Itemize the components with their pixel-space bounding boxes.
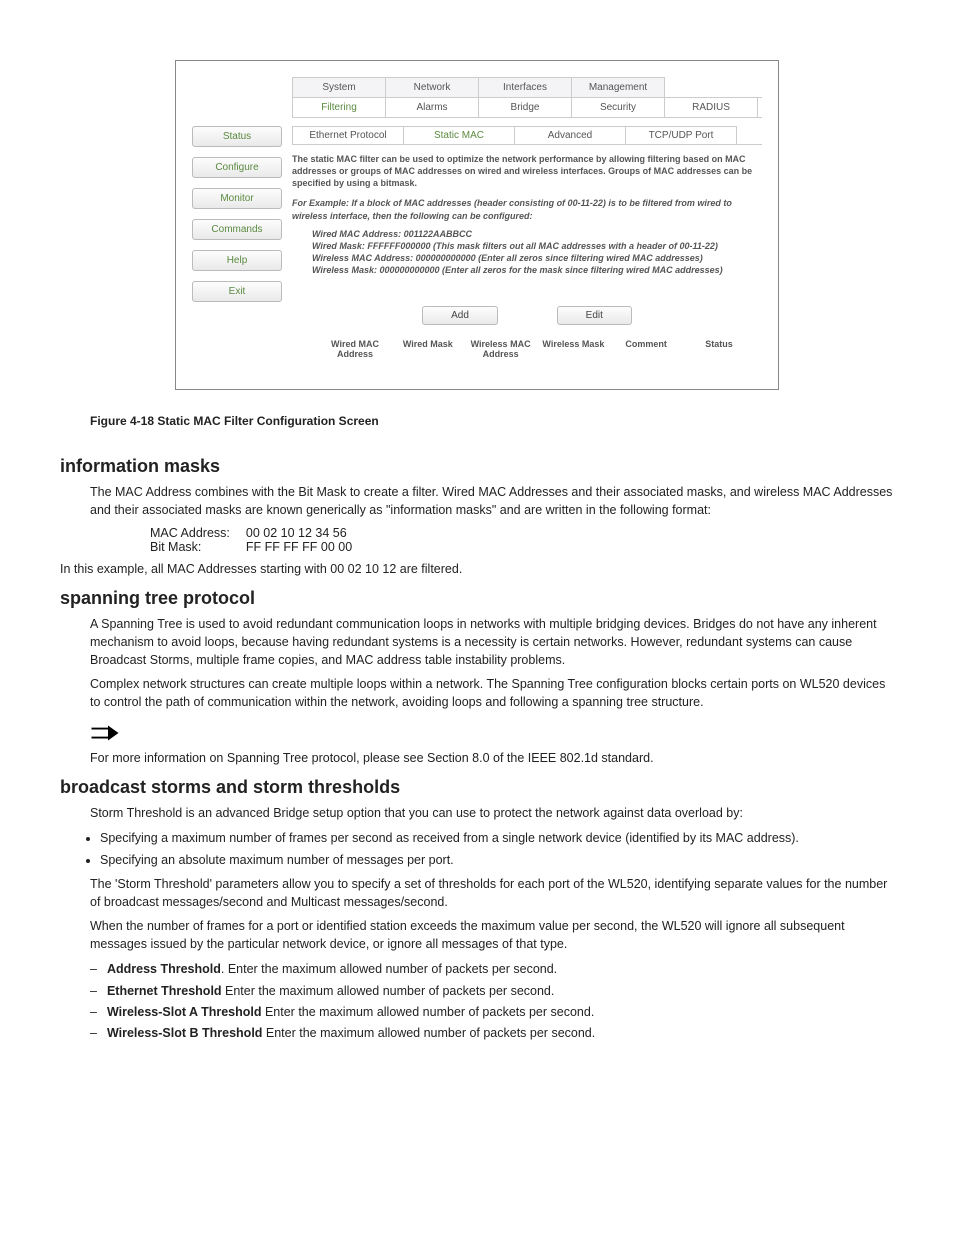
storms-bullet-1: Specifying a maximum number of frames pe… <box>100 829 894 847</box>
storms-para1: Storm Threshold is an advanced Bridge se… <box>90 804 894 822</box>
rest-wireless-a-threshold: Enter the maximum allowed number of pack… <box>262 1005 595 1019</box>
rest-ethernet-threshold: Enter the maximum allowed number of pack… <box>222 984 555 998</box>
note-block <box>90 723 894 743</box>
sub-tab-security[interactable]: Security <box>571 98 665 117</box>
edit-button[interactable]: Edit <box>557 306 632 325</box>
storms-para2: The 'Storm Threshold' parameters allow y… <box>90 875 894 911</box>
top-tab-row: System Network Interfaces Management <box>292 77 762 98</box>
sub-tab-radius[interactable]: RADIUS <box>664 98 758 117</box>
config-screenshot: System Network Interfaces Management Fil… <box>175 60 779 390</box>
side-nav-monitor[interactable]: Monitor <box>192 188 282 209</box>
top-tab-network[interactable]: Network <box>385 77 479 97</box>
heading-information-masks: information masks <box>60 456 894 477</box>
side-nav-commands[interactable]: Commands <box>192 219 282 240</box>
subsub-tab-tcpudp[interactable]: TCP/UDP Port <box>625 126 737 144</box>
subsub-tab-advanced[interactable]: Advanced <box>514 126 626 144</box>
column-headers: Wired MAC Address Wired Mask Wireless MA… <box>292 339 762 359</box>
rest-wireless-b-threshold: Enter the maximum allowed number of pack… <box>262 1026 595 1040</box>
col-comment: Comment <box>613 339 679 359</box>
top-tab-system[interactable]: System <box>292 77 386 97</box>
term-address-threshold: Address Threshold <box>107 962 221 976</box>
desc-line-2: Wired Mask: FFFFFF000000 (This mask filt… <box>312 240 762 252</box>
info-masks-para2: In this example, all MAC Addresses start… <box>60 560 894 578</box>
side-nav-status[interactable]: Status <box>192 126 282 147</box>
note-arrow-icon <box>90 723 120 743</box>
main-panel: Ethernet Protocol Static MAC Advanced TC… <box>292 126 762 359</box>
col-wired-mask: Wired Mask <box>395 339 461 359</box>
side-nav: Status Configure Monitor Commands Help E… <box>192 126 282 359</box>
threshold-list: Address Threshold. Enter the maximum all… <box>90 959 894 1044</box>
description-block: The static MAC filter can be used to opt… <box>292 153 762 276</box>
figure-caption: Figure 4-18 Static MAC Filter Configurat… <box>90 414 894 428</box>
bit-mask-value: FF FF FF FF 00 00 <box>246 540 368 554</box>
sub-tab-row: Filtering Alarms Bridge Security RADIUS <box>292 98 762 118</box>
bit-mask-label: Bit Mask: <box>150 540 246 554</box>
storms-para3: When the number of frames for a port or … <box>90 917 894 953</box>
threshold-ethernet: Ethernet Threshold Enter the maximum all… <box>90 981 894 1002</box>
side-nav-help[interactable]: Help <box>192 250 282 271</box>
storms-bullet-2: Specifying an absolute maximum number of… <box>100 851 894 869</box>
rest-address-threshold: . Enter the maximum allowed number of pa… <box>221 962 557 976</box>
info-mask-format-table: MAC Address: 00 02 10 12 34 56 Bit Mask:… <box>150 526 368 554</box>
desc-example-lead: For Example: If a block of MAC addresses… <box>292 197 762 221</box>
top-tab-management[interactable]: Management <box>571 77 665 97</box>
term-ethernet-threshold: Ethernet Threshold <box>107 984 222 998</box>
subsub-tab-ethernet[interactable]: Ethernet Protocol <box>292 126 404 144</box>
col-wired-mac: Wired MAC Address <box>322 339 388 359</box>
sub-tab-filtering[interactable]: Filtering <box>292 98 386 117</box>
spanning-para1: A Spanning Tree is used to avoid redunda… <box>90 615 894 669</box>
mac-address-value: 00 02 10 12 34 56 <box>246 526 368 540</box>
spanning-note: For more information on Spanning Tree pr… <box>90 749 894 767</box>
subsub-tab-staticmac[interactable]: Static MAC <box>403 126 515 144</box>
side-nav-exit[interactable]: Exit <box>192 281 282 302</box>
subsub-tab-row: Ethernet Protocol Static MAC Advanced TC… <box>292 126 762 145</box>
term-wireless-b-threshold: Wireless-Slot B Threshold <box>107 1026 262 1040</box>
button-row: Add Edit <box>292 306 762 325</box>
add-button[interactable]: Add <box>422 306 498 325</box>
threshold-address: Address Threshold. Enter the maximum all… <box>90 959 894 980</box>
heading-broadcast-storms: broadcast storms and storm thresholds <box>60 777 894 798</box>
desc-main: The static MAC filter can be used to opt… <box>292 153 762 189</box>
info-masks-para1: The MAC Address combines with the Bit Ma… <box>90 483 894 519</box>
desc-line-3: Wireless MAC Address: 000000000000 (Ente… <box>312 252 762 264</box>
storms-bullets: Specifying a maximum number of frames pe… <box>100 829 894 869</box>
spanning-para2: Complex network structures can create mu… <box>90 675 894 711</box>
col-wireless-mask: Wireless Mask <box>540 339 606 359</box>
mac-address-label: MAC Address: <box>150 526 246 540</box>
threshold-wireless-b: Wireless-Slot B Threshold Enter the maxi… <box>90 1023 894 1044</box>
heading-spanning-tree: spanning tree protocol <box>60 588 894 609</box>
sub-tab-bridge[interactable]: Bridge <box>478 98 572 117</box>
top-tab-interfaces[interactable]: Interfaces <box>478 77 572 97</box>
desc-line-4: Wireless Mask: 000000000000 (Enter all z… <box>312 264 762 276</box>
threshold-wireless-a: Wireless-Slot A Threshold Enter the maxi… <box>90 1002 894 1023</box>
col-wireless-mac: Wireless MAC Address <box>468 339 534 359</box>
col-status: Status <box>686 339 752 359</box>
term-wireless-a-threshold: Wireless-Slot A Threshold <box>107 1005 262 1019</box>
sub-tab-alarms[interactable]: Alarms <box>385 98 479 117</box>
side-nav-configure[interactable]: Configure <box>192 157 282 178</box>
desc-line-1: Wired MAC Address: 001122AABBCC <box>312 228 762 240</box>
